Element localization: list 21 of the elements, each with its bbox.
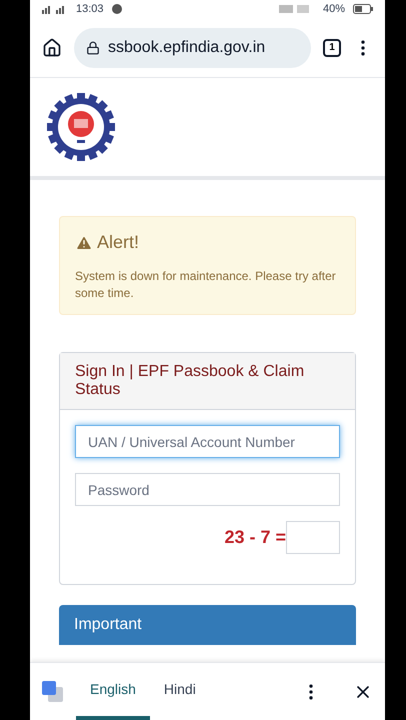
captcha-field[interactable] (286, 521, 340, 554)
battery-percent: 40% (322, 2, 345, 17)
tabs-button[interactable]: 1 (323, 38, 341, 56)
lock-icon (86, 40, 100, 54)
uan-field[interactable]: UAN / Universal Account Number (75, 425, 340, 458)
battery-icon (353, 4, 373, 14)
notification-icon (112, 4, 122, 14)
emblem-logo (46, 92, 116, 162)
home-icon[interactable] (42, 38, 62, 58)
translate-icon (42, 680, 64, 702)
address-bar[interactable]: ssbook.epfindia.gov.in (74, 28, 311, 68)
url-text: ssbook.epfindia.gov.in (108, 38, 266, 58)
important-title: Important (74, 615, 142, 635)
alert-message: System is down for maintenance. Please try after some time. (75, 268, 337, 302)
captcha-text: 23 - 7 = (224, 526, 286, 549)
language-tab[interactable]: Hindi (150, 663, 210, 720)
language-tab[interactable]: English (76, 663, 150, 720)
clock: 13:03 (76, 2, 104, 17)
sign-in-title: Sign In | EPF Passbook & Claim Status (75, 363, 306, 399)
password-field[interactable]: Password (75, 473, 340, 506)
alert-title: Alert! (97, 231, 140, 254)
